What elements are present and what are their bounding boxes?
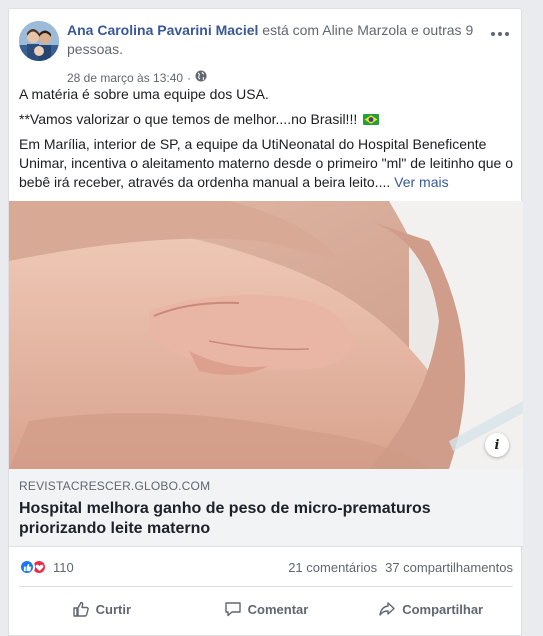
actions-divider (19, 586, 513, 587)
post-paragraph-1: A matéria é sobre uma equipe dos USA. (19, 86, 269, 102)
info-button[interactable]: i (485, 433, 509, 457)
like-reaction-icon (19, 559, 35, 575)
share-button[interactable]: Compartilhar (348, 592, 513, 626)
comments-count[interactable]: 21 comentários (288, 560, 377, 575)
avatar[interactable] (19, 21, 59, 61)
comment-label: Comentar (247, 601, 309, 617)
thumbs-up-icon (72, 601, 89, 617)
comment-button[interactable]: Comentar (184, 592, 349, 626)
tagged-person[interactable]: Aline Marzola (322, 22, 407, 38)
globe-icon[interactable] (195, 70, 207, 85)
post-paragraph-3: Em Marília, interior de SP, a equipe da … (19, 135, 513, 192)
brazil-flag-icon (363, 114, 380, 125)
like-label: Curtir (95, 601, 132, 617)
post-stats: 110 21 comentários 37 compartilhamentos (19, 555, 513, 579)
engagement-counts: 21 comentários 37 compartilhamentos (288, 560, 513, 575)
post-body: A matéria é sobre uma equipe dos USA. **… (19, 85, 513, 198)
link-domain: REVISTACRESCER.GLOBO.COM (19, 479, 211, 493)
reaction-count: 110 (53, 559, 74, 575)
comment-icon (224, 602, 241, 617)
reactions-summary[interactable]: 110 (19, 559, 74, 575)
like-button[interactable]: Curtir (19, 592, 184, 626)
post-meta: 28 de março às 13:40 · (67, 70, 207, 85)
post-paragraph-2: **Vamos valorizar o que temos de melhor.… (19, 110, 513, 129)
meta-dot: · (187, 70, 192, 85)
author-name[interactable]: Ana Carolina Pavarini Maciel (67, 22, 258, 38)
ellipsis-icon[interactable] (491, 29, 511, 39)
and-text: e (410, 22, 419, 38)
post-header-text: Ana Carolina Pavarini Maciel está com Al… (67, 21, 477, 59)
share-label: Compartilhar (402, 601, 484, 617)
link-preview[interactable]: REVISTACRESCER.GLOBO.COM Hospital melhor… (9, 469, 523, 547)
share-icon (379, 602, 395, 616)
shares-count[interactable]: 37 compartilhamentos (385, 560, 513, 575)
with-text: está com (262, 22, 320, 38)
post-paragraph-2-text: **Vamos valorizar o que temos de melhor.… (19, 111, 362, 127)
post-actions: Curtir Comentar Compartilhar (19, 592, 513, 626)
post-card: Ana Carolina Pavarini Maciel está com Al… (8, 8, 523, 636)
link-image[interactable]: i (9, 201, 523, 469)
see-more-link[interactable]: Ver mais (394, 174, 448, 190)
post-header: Ana Carolina Pavarini Maciel está com Al… (19, 21, 513, 85)
link-title[interactable]: Hospital melhora ganho de peso de micro-… (19, 499, 489, 539)
timestamp[interactable]: 28 de março às 13:40 (67, 71, 183, 85)
